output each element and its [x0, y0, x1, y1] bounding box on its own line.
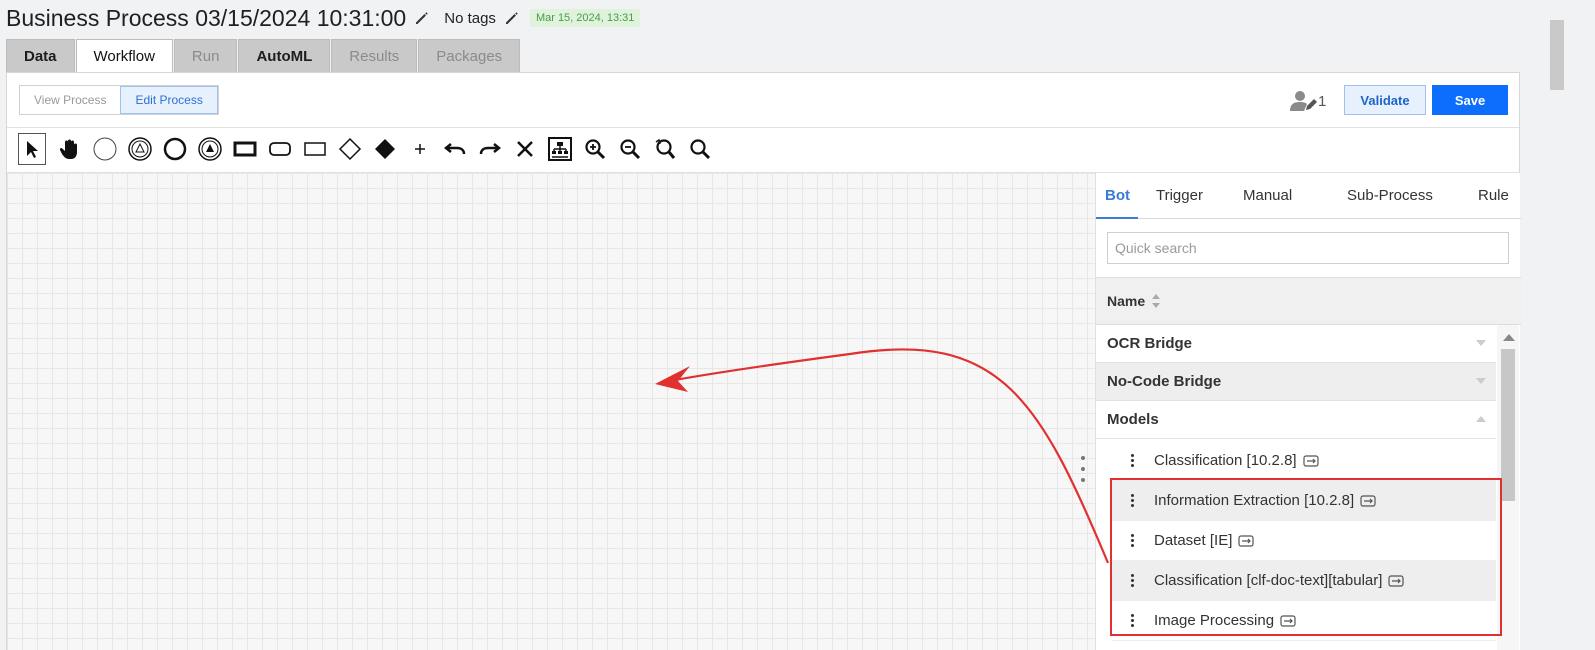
- tab-bot[interactable]: Bot: [1105, 187, 1130, 204]
- date-badge: Mar 15, 2024, 13:31: [529, 9, 641, 27]
- zoom-reset-icon[interactable]: [647, 133, 682, 165]
- end-event-icon[interactable]: [157, 133, 192, 165]
- zoom-fit-icon[interactable]: [682, 133, 717, 165]
- name-header-label: Name: [1107, 293, 1146, 309]
- group-label: No-Code Bridge: [1107, 373, 1222, 390]
- tab-results: Results: [331, 39, 418, 72]
- palette-tabs: Bot Trigger Manual Sub-Process Rule: [1096, 173, 1521, 219]
- tags-label: No tags: [444, 9, 496, 27]
- tab-data[interactable]: Data: [6, 39, 75, 72]
- auto-layout-icon[interactable]: [542, 133, 577, 165]
- tab-workflow[interactable]: Workflow: [75, 39, 173, 72]
- signal-event-icon[interactable]: [122, 133, 157, 165]
- scroll-up-icon[interactable]: [1503, 333, 1515, 341]
- hand-tool-icon[interactable]: [52, 133, 87, 165]
- subprocess-icon[interactable]: [262, 133, 297, 165]
- page-scrollbar-thumb[interactable]: [1550, 20, 1564, 90]
- chevron-up-icon: [1476, 416, 1486, 422]
- delete-icon[interactable]: [507, 133, 542, 165]
- name-column-header[interactable]: Name: [1096, 277, 1521, 325]
- user-edit-icon: [1290, 91, 1317, 111]
- sort-icon[interactable]: [1151, 293, 1161, 309]
- item-label: Classification [10.2.8]: [1154, 452, 1297, 469]
- tab-rule[interactable]: Rule: [1478, 187, 1509, 204]
- intermediate-event-icon[interactable]: [192, 133, 227, 165]
- main-tabs: Data Workflow Run AutoML Results Package…: [6, 39, 521, 72]
- page-scrollbar[interactable]: [1548, 0, 1566, 650]
- collaborators[interactable]: 1: [1290, 90, 1326, 112]
- task-icon[interactable]: [227, 133, 262, 165]
- group-ocr-bridge[interactable]: OCR Bridge: [1096, 325, 1496, 363]
- group-models[interactable]: Models: [1096, 401, 1496, 439]
- tab-automl[interactable]: AutoML: [238, 39, 331, 72]
- redo-icon[interactable]: [472, 133, 507, 165]
- edit-process-button[interactable]: Edit Process: [120, 86, 218, 114]
- chevron-down-icon: [1476, 378, 1486, 384]
- exclusive-gateway-icon[interactable]: [367, 133, 402, 165]
- start-event-icon[interactable]: [87, 133, 122, 165]
- add-icon[interactable]: [402, 133, 437, 165]
- resize-handle-icon[interactable]: [1080, 456, 1086, 482]
- zoom-in-icon[interactable]: [577, 133, 612, 165]
- gateway-icon[interactable]: [332, 133, 367, 165]
- active-tab-indicator: [1096, 217, 1138, 219]
- chevron-down-icon: [1476, 340, 1486, 346]
- group-label: Models: [1107, 411, 1159, 428]
- collaborator-count: 1: [1318, 92, 1327, 110]
- group-no-code-bridge[interactable]: No-Code Bridge: [1096, 363, 1496, 401]
- collapsed-subprocess-icon[interactable]: [297, 133, 332, 165]
- bot-task-icon: [1302, 454, 1319, 467]
- edit-tags-icon[interactable]: [504, 10, 520, 26]
- select-tool-icon[interactable]: [18, 133, 46, 165]
- page-title: Business Process 03/15/2024 10:31:00: [6, 4, 407, 31]
- tab-run: Run: [173, 39, 238, 72]
- undo-icon[interactable]: [437, 133, 472, 165]
- view-process-button[interactable]: View Process: [20, 86, 121, 114]
- tab-sub-process[interactable]: Sub-Process: [1347, 187, 1433, 204]
- tab-manual[interactable]: Manual: [1243, 187, 1292, 204]
- validate-button[interactable]: Validate: [1344, 85, 1426, 115]
- page-header: Business Process 03/15/2024 10:31:00 No …: [6, 2, 641, 34]
- bpmn-toolbar: [18, 133, 717, 165]
- scrollbar-thumb[interactable]: [1501, 349, 1515, 501]
- drag-handle-icon[interactable]: [1122, 454, 1142, 467]
- group-label: OCR Bridge: [1107, 335, 1193, 352]
- edit-title-icon[interactable]: [414, 10, 430, 26]
- mode-toggle: View Process Edit Process: [19, 85, 219, 115]
- divider: [7, 127, 1519, 128]
- tab-trigger[interactable]: Trigger: [1156, 187, 1203, 204]
- tab-packages: Packages: [418, 39, 521, 72]
- zoom-out-icon[interactable]: [612, 133, 647, 165]
- quick-search-input[interactable]: [1107, 232, 1509, 264]
- list-item[interactable]: Classification [10.2.8]: [1112, 441, 1496, 481]
- highlight-box: [1110, 478, 1502, 636]
- workflow-canvas[interactable]: [7, 173, 1095, 650]
- save-button[interactable]: Save: [1432, 85, 1508, 115]
